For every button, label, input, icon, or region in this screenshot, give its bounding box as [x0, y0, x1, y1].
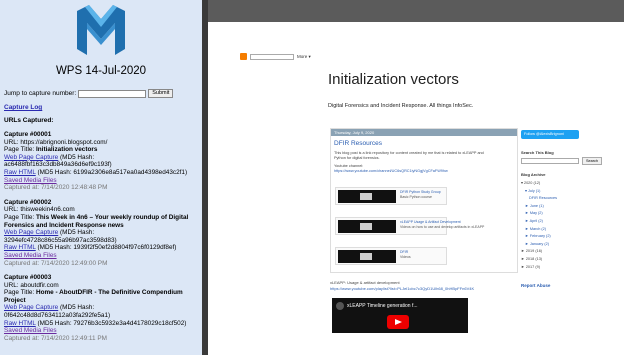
saved-media-link[interactable]: Saved Media Files: [4, 177, 57, 184]
archive-item[interactable]: ► May (2): [521, 210, 557, 218]
web-page-capture-link[interactable]: Web Page Capture: [4, 154, 58, 161]
post-body-continued: xLEAPP: Usage & artifact development htt…: [330, 280, 474, 291]
capture-url: URL: https://abrignoni.blogspot.com/: [4, 138, 108, 146]
blog-archive-list: ▾ 2020 (12) ▾ July (1) DFIR Resources ► Jun…: [521, 180, 557, 271]
archive-item[interactable]: ► June (1): [521, 203, 557, 211]
raw-html-hash: (MD5 Hash: 1939f2f50ef2d8804f97c6f0129df…: [35, 244, 177, 252]
capture-url: URL: aboutdfir.com: [4, 281, 59, 289]
raw-html-link[interactable]: Raw HTML: [4, 320, 36, 327]
captured-at: Captured at: 7/14/2020 12:49:11 PM: [4, 334, 107, 342]
capture-number-input[interactable]: [78, 89, 147, 98]
raw-html-link[interactable]: Raw HTML: [4, 169, 36, 176]
archive-item[interactable]: ► 2017 (9): [521, 264, 557, 272]
xleapp-label: xLEAPP: Usage & artifact development: [330, 280, 400, 285]
archive-item[interactable]: ► February (2): [521, 233, 557, 241]
archive-item[interactable]: ► April (2): [521, 218, 557, 226]
embedded-video[interactable]: xLEAPP Timeline generation f...: [332, 298, 468, 333]
urls-captured-heading: URLs Captured:: [4, 117, 54, 124]
capture-page-title: Page Title: Initialization vectors: [4, 146, 98, 154]
archive-item[interactable]: ► 2018 (13): [521, 256, 557, 264]
wps-title: WPS 14-Jul-2020: [55, 65, 147, 77]
jump-label: Jump to capture number:: [4, 90, 77, 97]
navbar-search-input[interactable]: [250, 53, 294, 60]
archive-item[interactable]: DFIR Resources: [521, 195, 557, 203]
saved-media-link[interactable]: Saved Media Files: [4, 252, 57, 259]
playlist-title: DFIR: [400, 250, 409, 254]
raw-html-link[interactable]: Raw HTML: [4, 244, 36, 251]
archive-item[interactable]: ▾ July (1): [521, 188, 557, 196]
wps-logo-icon: [77, 5, 125, 55]
web-page-capture-link[interactable]: Web Page Capture: [4, 229, 58, 236]
twitter-follow-button[interactable]: Follow @AlexisBrignoni: [521, 130, 579, 139]
wps-capture-panel: WPS 14-Jul-2020 Jump to capture number: …: [0, 0, 202, 355]
playlist-title: DFIR Python Study Group: [400, 190, 441, 194]
blog-archive-heading: Blog Archive: [521, 172, 546, 177]
viewer-toolbar: [208, 0, 624, 22]
playlist-title: xLEAPP Usage & Artifact Development: [400, 220, 461, 224]
archive-item[interactable]: ► 2019 (16): [521, 248, 557, 256]
capture-number: Capture #00001: [4, 131, 52, 138]
report-abuse-link[interactable]: Report Abuse: [521, 283, 550, 288]
playlist-subtitle: Basic Python course: [400, 195, 432, 199]
raw-html-hash: (MD5 Hash: 79276b3c5932e3a4d4178029c18cf…: [35, 319, 187, 327]
capture-page-title: Page Title: Home - AboutDFIR - The Defin…: [4, 289, 183, 304]
captured-page-view: More ▾ Initialization vectors Digital Fo…: [208, 0, 624, 355]
captured-at: Captured at: 7/14/2020 12:49:00 PM: [4, 259, 108, 267]
post-date: Thursday, July 9, 2020: [331, 129, 517, 136]
capture-number: Capture #00002: [4, 198, 52, 206]
channel-url-link[interactable]: https://www.youtube.com/channel/UC6sQRC1…: [334, 169, 517, 174]
captured-at: Captured at: 7/14/2020 12:48:48 PM: [4, 184, 108, 192]
youtube-playlist-card[interactable]: DFIR Python Study Group Basic Python cou…: [335, 187, 447, 205]
capture-entry: Capture #00002 URL: thisweekin4n6.com Pa…: [4, 199, 198, 267]
blogger-icon[interactable]: [240, 53, 247, 60]
blogger-navbar: More ▾: [240, 53, 311, 60]
saved-media-link[interactable]: Saved Media Files: [4, 327, 57, 334]
capture-url: URL: thisweekin4n6.com: [4, 206, 75, 214]
channel-avatar: [336, 302, 344, 310]
blog-title[interactable]: Initialization vectors: [328, 71, 459, 88]
capture-list: Capture #00001 URL: https://abrignoni.bl…: [4, 131, 198, 342]
archive-item[interactable]: ▾ 2020 (12): [521, 180, 557, 188]
post-intro-2: Python for digital forensics.: [334, 156, 380, 160]
playlist-thumbnail: [338, 220, 396, 233]
jump-to-capture-form: Jump to capture number: Submit: [4, 89, 198, 98]
play-icon[interactable]: [387, 315, 409, 329]
blog-description: Digital Forensics and Incident Response.…: [328, 103, 474, 109]
video-title[interactable]: xLEAPP Timeline generation f...: [347, 303, 418, 309]
navbar-more-menu[interactable]: More ▾: [297, 54, 311, 60]
search-blog-heading: Search This Blog: [521, 150, 554, 155]
playlist-subtitle: Videos on how to use and develop artifac…: [400, 225, 485, 229]
youtube-playlist-card[interactable]: xLEAPP Usage & Artifact Development Vide…: [335, 217, 484, 235]
raw-html-hash: (MD5 Hash: 6199a2306e8a517ea0ad4398ed43c…: [35, 168, 188, 176]
blog-search-button[interactable]: Search: [582, 157, 602, 165]
submit-button[interactable]: Submit: [148, 89, 174, 98]
blog-search-input[interactable]: [521, 158, 579, 164]
playlist-thumbnail: [338, 190, 396, 203]
xleapp-playlist-link[interactable]: https://www.youtube.com/playlist?list=PL…: [330, 286, 474, 291]
blog-post: Thursday, July 9, 2020 DFIR Resources Th…: [330, 128, 518, 273]
youtube-playlist-card[interactable]: DFIR Videos: [335, 247, 447, 265]
capture-number: Capture #00003: [4, 274, 52, 282]
playlist-thumbnail: [338, 250, 396, 263]
web-page-capture-link[interactable]: Web Page Capture: [4, 304, 58, 311]
capture-entry: Capture #00001 URL: https://abrignoni.bl…: [4, 131, 198, 192]
archive-item[interactable]: ► March (2): [521, 226, 557, 234]
capture-entry: Capture #00003 URL: aboutdfir.com Page T…: [4, 274, 198, 342]
archive-item[interactable]: ► January (2): [521, 241, 557, 249]
playlist-subtitle: Videos: [400, 255, 411, 259]
capture-log-link[interactable]: Capture Log: [4, 104, 198, 111]
post-title[interactable]: DFIR Resources: [334, 140, 517, 147]
capture-page-title: Page Title: This Week in 4n6 – Your week…: [4, 213, 189, 229]
